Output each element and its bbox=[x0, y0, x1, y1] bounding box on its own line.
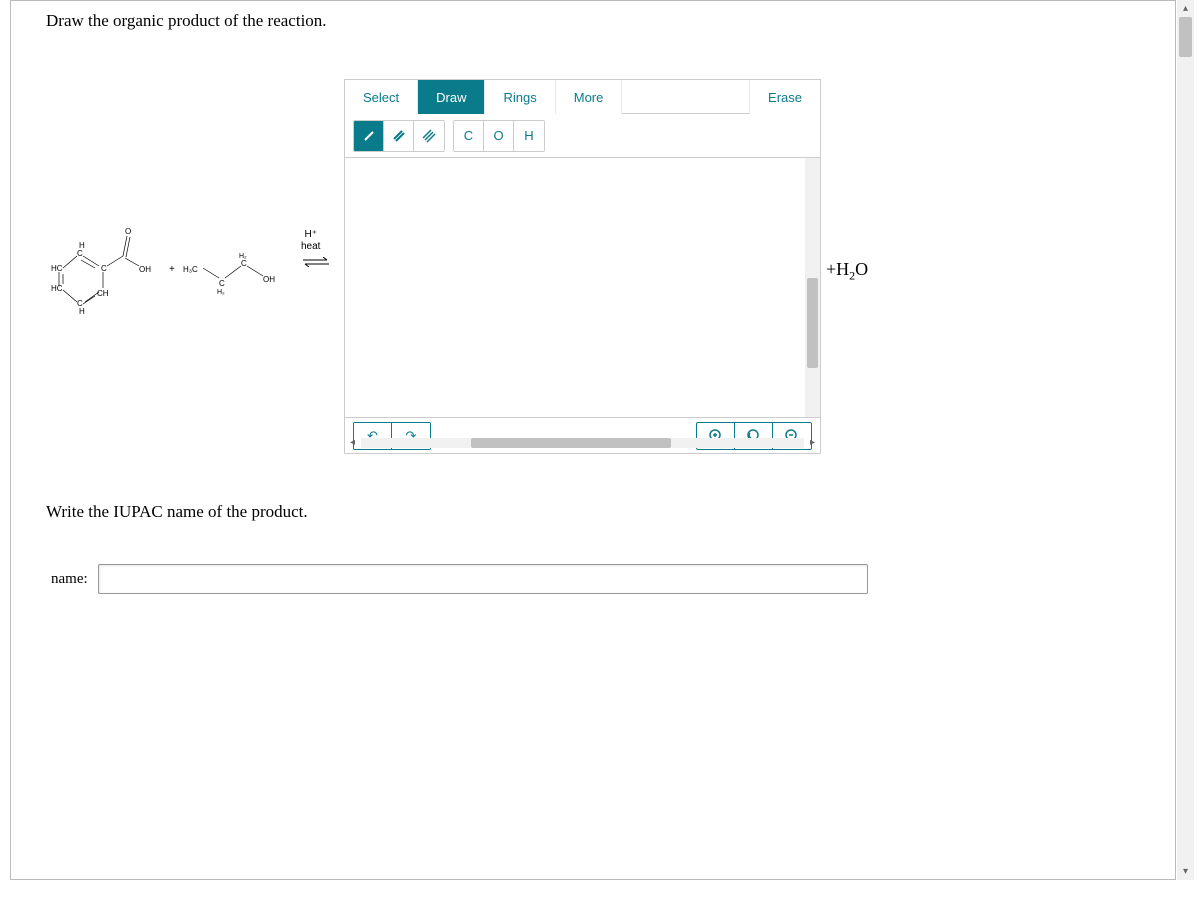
bond-triple[interactable] bbox=[414, 121, 444, 151]
name-label: name: bbox=[51, 571, 88, 588]
scroll-up-arrow[interactable]: ▴ bbox=[1177, 0, 1194, 17]
reaction-conditions: H⁺ heat bbox=[301, 229, 320, 253]
page-vertical-scrollbar[interactable]: ▴ ▾ bbox=[1177, 0, 1194, 880]
hscroll-right-arrow[interactable]: ▸ bbox=[804, 434, 821, 451]
svg-text:H₂: H₂ bbox=[217, 289, 225, 296]
tool-draw[interactable]: Draw bbox=[418, 80, 485, 114]
svg-text:O: O bbox=[125, 227, 131, 236]
byproduct-label: +H2O bbox=[826, 259, 868, 284]
svg-text:OH: OH bbox=[139, 265, 151, 274]
atom-c[interactable]: C bbox=[454, 121, 484, 151]
canvas-vertical-scroll-thumb[interactable] bbox=[807, 278, 818, 368]
scroll-down-arrow[interactable]: ▾ bbox=[1177, 863, 1194, 880]
tool-select[interactable]: Select bbox=[345, 80, 418, 114]
svg-text:H₂: H₂ bbox=[239, 253, 247, 260]
hscroll-thumb[interactable] bbox=[471, 438, 671, 448]
prompt-name: Write the IUPAC name of the product. bbox=[46, 502, 308, 522]
svg-text:C: C bbox=[219, 279, 225, 288]
hscroll-left-arrow[interactable]: ◂ bbox=[344, 434, 361, 451]
svg-text:CH: CH bbox=[97, 289, 109, 298]
condition-acid: H⁺ bbox=[301, 229, 320, 241]
bond-double[interactable] bbox=[384, 121, 414, 151]
svg-text:C: C bbox=[101, 264, 107, 273]
hscroll-track[interactable] bbox=[361, 438, 804, 448]
svg-text:H: H bbox=[79, 307, 85, 316]
editor-subtoolbar: C O H bbox=[345, 114, 820, 158]
svg-text:HC: HC bbox=[51, 264, 63, 273]
prompt-draw: Draw the organic product of the reaction… bbox=[46, 11, 327, 31]
page-scroll-thumb[interactable] bbox=[1179, 17, 1192, 57]
svg-text:+: + bbox=[169, 264, 175, 275]
reaction-scheme: HC HC H C C C CH H bbox=[41, 216, 341, 316]
atom-o[interactable]: O bbox=[484, 121, 514, 151]
question-frame: Draw the organic product of the reaction… bbox=[10, 0, 1176, 880]
equilibrium-arrow-icon bbox=[301, 257, 331, 267]
editor-toolbar: Select Draw Rings More Erase bbox=[345, 80, 820, 114]
canvas-horizontal-scrollbar[interactable]: ◂ ▸ bbox=[344, 434, 821, 451]
svg-text:C: C bbox=[77, 249, 83, 258]
condition-heat: heat bbox=[301, 241, 320, 253]
svg-text:OH: OH bbox=[263, 275, 275, 284]
bond-single[interactable] bbox=[354, 121, 384, 151]
tool-more[interactable]: More bbox=[556, 80, 623, 114]
tool-rings[interactable]: Rings bbox=[485, 80, 555, 114]
atom-h[interactable]: H bbox=[514, 121, 544, 151]
svg-text:C: C bbox=[241, 259, 247, 268]
canvas-vertical-scrollbar[interactable] bbox=[805, 158, 820, 418]
molecule-editor: Select Draw Rings More Erase C O H bbox=[344, 79, 821, 454]
bond-group bbox=[353, 120, 445, 152]
svg-text:HC: HC bbox=[51, 284, 63, 293]
name-row: name: bbox=[51, 564, 868, 594]
tool-erase[interactable]: Erase bbox=[749, 80, 820, 114]
drawing-canvas[interactable] bbox=[345, 158, 820, 418]
atom-group: C O H bbox=[453, 120, 545, 152]
name-input[interactable] bbox=[98, 564, 868, 594]
svg-text:H₃C: H₃C bbox=[183, 265, 198, 274]
